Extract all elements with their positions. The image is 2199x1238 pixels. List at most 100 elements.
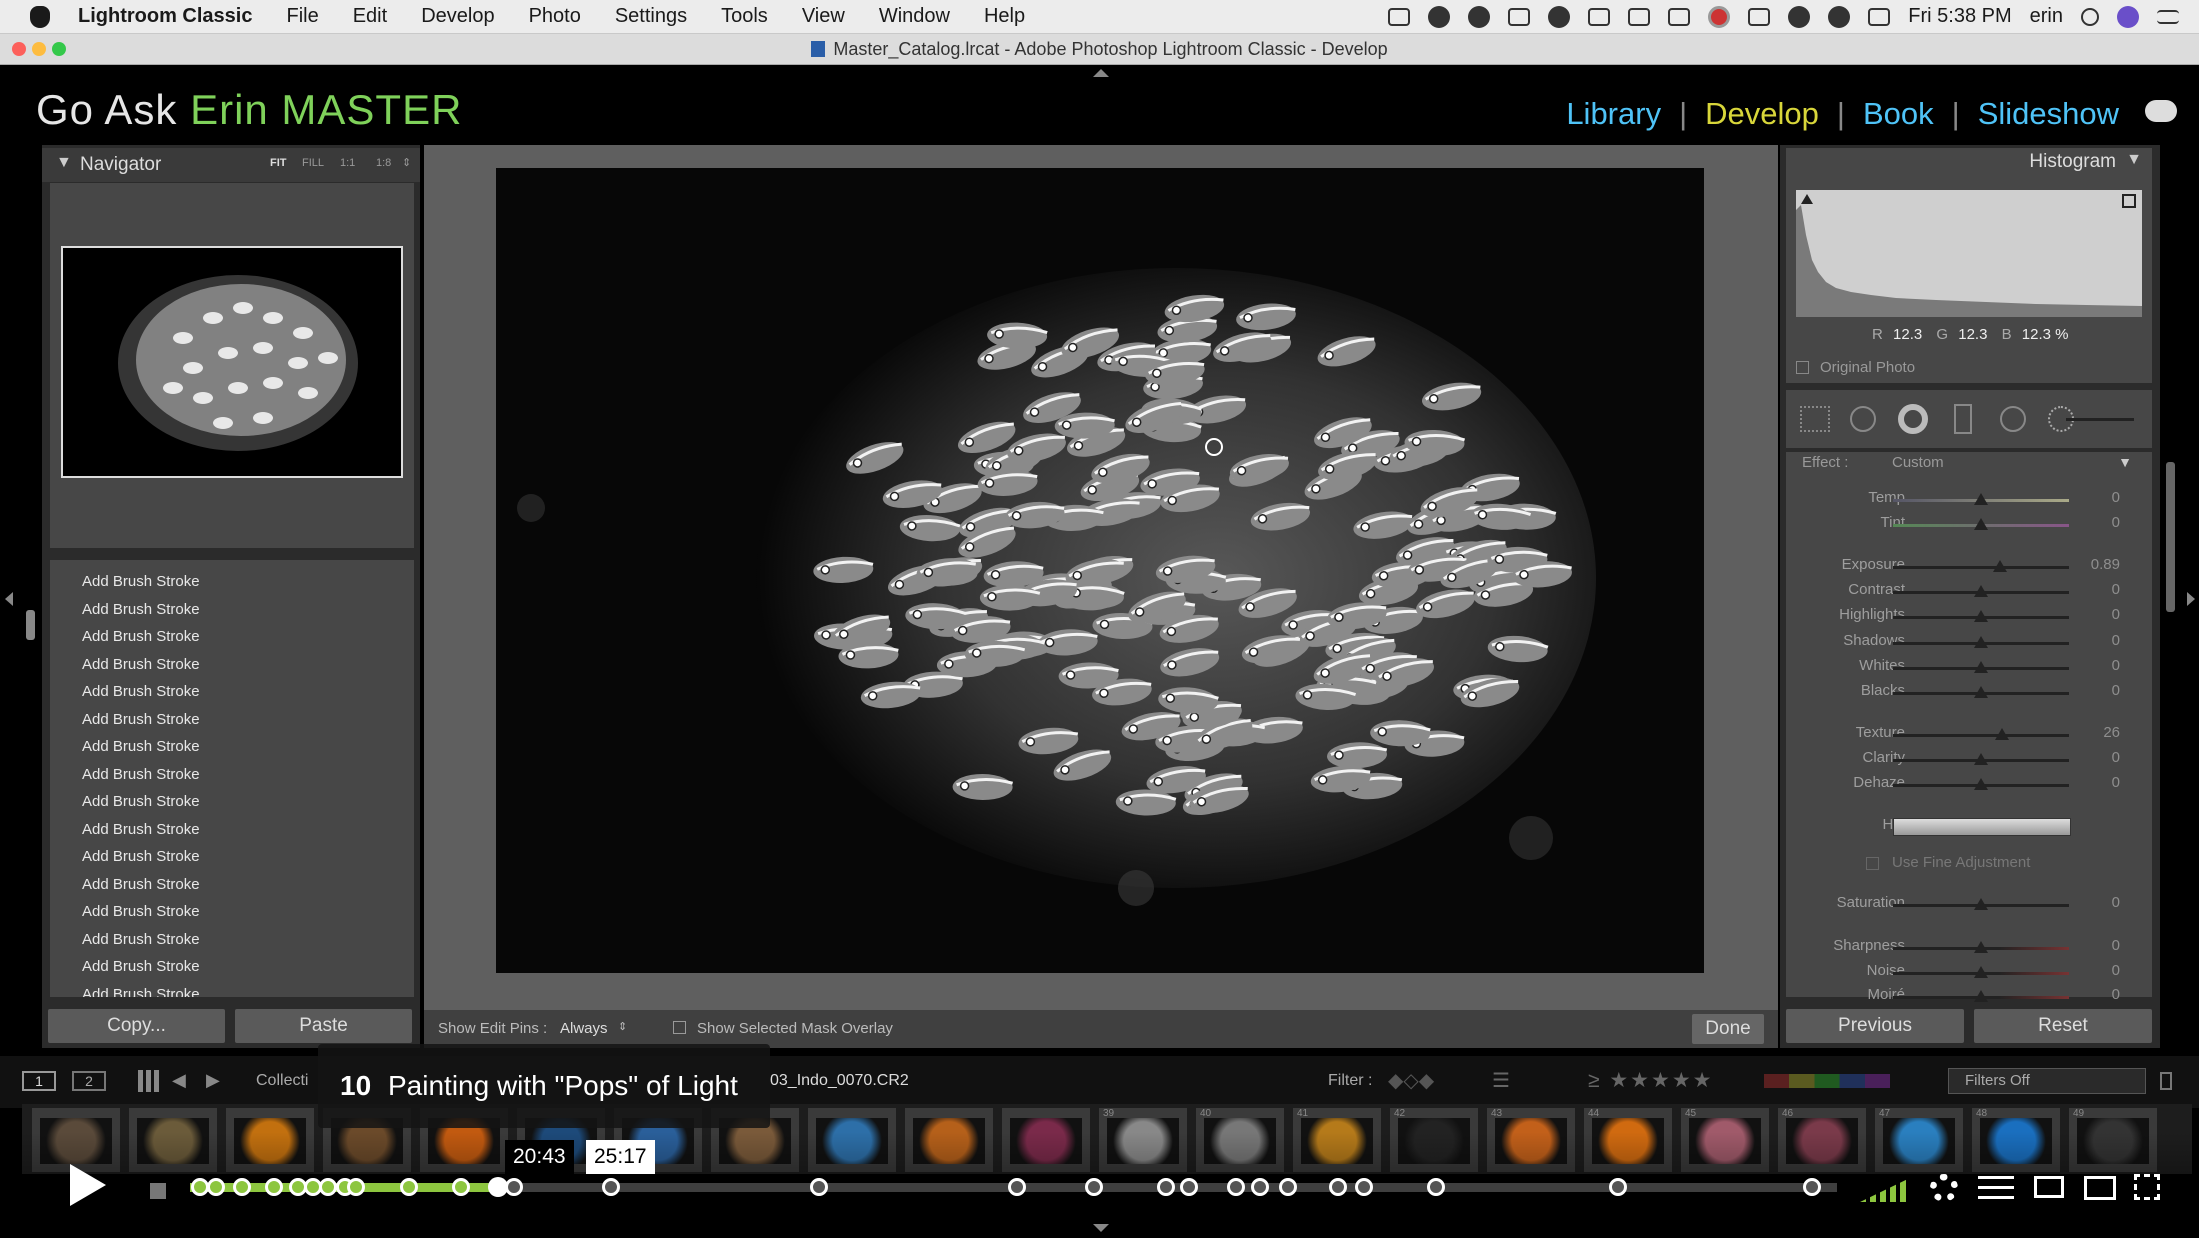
module-slideshow[interactable]: Slideshow xyxy=(1978,96,2119,132)
history-item[interactable]: Add Brush Stroke xyxy=(50,898,414,926)
history-item[interactable]: Add Brush Stroke xyxy=(50,926,414,954)
slider-highlights[interactable]: Highlights 0 xyxy=(1790,606,2145,628)
module-book[interactable]: Book xyxy=(1863,96,1934,132)
slider-texture[interactable]: Texture 26 xyxy=(1790,724,2145,746)
play-button[interactable] xyxy=(48,1150,118,1220)
settings-gear-icon[interactable] xyxy=(1930,1174,1958,1202)
slider-track[interactable] xyxy=(1893,566,2069,569)
slider-exposure[interactable]: Exposure 0.89 xyxy=(1790,556,2145,578)
apple-icon[interactable] xyxy=(30,5,50,28)
navigator-header[interactable]: ▼ Navigator FIT FILL 1:1 1:8 ⇕ xyxy=(42,148,420,182)
slider-value[interactable]: 0 xyxy=(2112,657,2120,674)
slider-blacks[interactable]: Blacks 0 xyxy=(1790,682,2145,704)
chapter-marker[interactable] xyxy=(319,1178,338,1196)
slider-knob[interactable] xyxy=(1974,636,1988,648)
mail-icon[interactable] xyxy=(1508,7,1531,26)
hue-bar[interactable] xyxy=(1893,818,2071,836)
chapter-marker[interactable] xyxy=(1608,1178,1627,1196)
slider-knob[interactable] xyxy=(1995,728,2010,740)
collapse-top-icon[interactable] xyxy=(1093,69,1109,77)
chapter-marker[interactable] xyxy=(190,1178,209,1196)
right-scrollbar[interactable] xyxy=(2166,462,2175,612)
shadow-clip-icon[interactable] xyxy=(1801,194,1813,204)
chapter-marker[interactable] xyxy=(809,1178,828,1196)
forward-arrow-icon[interactable]: ▶ xyxy=(206,1070,220,1091)
module-library[interactable]: Library xyxy=(1566,96,1661,132)
search-icon[interactable] xyxy=(2081,7,2099,26)
camera-icon[interactable] xyxy=(1628,7,1651,26)
slider-knob[interactable] xyxy=(1993,560,2008,572)
onepassword-icon[interactable] xyxy=(1468,5,1491,28)
minimize-window-button[interactable] xyxy=(32,42,46,56)
menu-develop[interactable]: Develop xyxy=(421,5,494,28)
bluetooth-icon[interactable] xyxy=(1548,5,1571,28)
slider-saturation[interactable]: Saturation 0 xyxy=(1790,894,2145,916)
grid-view-icon[interactable] xyxy=(138,1070,160,1092)
history-item[interactable]: Add Brush Stroke xyxy=(50,788,414,816)
history-item[interactable]: Add Brush Stroke xyxy=(50,678,414,706)
slider-dehaze[interactable]: Dehaze 0 xyxy=(1790,774,2145,796)
history-item[interactable]: Add Brush Stroke xyxy=(50,843,414,871)
history-item[interactable]: Add Brush Stroke xyxy=(50,623,414,651)
picture-in-picture-icon[interactable] xyxy=(2084,1176,2116,1200)
stop-icon[interactable] xyxy=(150,1183,166,1199)
slider-knob[interactable] xyxy=(1974,610,1988,622)
timemachine-icon[interactable] xyxy=(1788,5,1811,28)
filmstrip-filename[interactable]: 03_Indo_0070.CR2 xyxy=(770,1072,909,1090)
rating-filter-stars-icon[interactable]: ≥ ★★★★★ xyxy=(1588,1068,1714,1093)
slider-tint[interactable]: Tint 0 xyxy=(1790,514,2145,536)
slider-moir[interactable]: Moiré 0 xyxy=(1790,986,2145,1008)
airplay-icon[interactable] xyxy=(2034,1176,2064,1198)
slider-value[interactable]: 0 xyxy=(2112,937,2120,954)
history-item[interactable]: Add Brush Stroke xyxy=(50,816,414,844)
filter-lock-icon[interactable] xyxy=(2160,1072,2172,1090)
chapter-marker[interactable] xyxy=(264,1178,283,1196)
slider-value[interactable]: 0 xyxy=(2112,514,2120,531)
history-item[interactable]: Add Brush Stroke xyxy=(50,761,414,789)
record-icon[interactable] xyxy=(1708,5,1731,28)
zoom-fit[interactable]: FIT xyxy=(270,157,287,169)
compare-filter-icon[interactable]: ☰ xyxy=(1492,1068,1510,1093)
zoom-window-button[interactable] xyxy=(52,42,66,56)
menu-photo[interactable]: Photo xyxy=(529,5,581,28)
chapter-marker[interactable] xyxy=(1226,1178,1245,1196)
dropbox-icon[interactable] xyxy=(1588,7,1611,26)
history-item[interactable]: Add Brush Stroke xyxy=(50,871,414,899)
red-eye-icon[interactable] xyxy=(1898,404,1928,434)
slider-knob[interactable] xyxy=(1974,941,1988,953)
slider-contrast[interactable]: Contrast 0 xyxy=(1790,581,2145,603)
menu-edit[interactable]: Edit xyxy=(353,5,387,28)
scrubber-handle[interactable] xyxy=(487,1177,508,1197)
back-arrow-icon[interactable]: ◀ xyxy=(172,1070,186,1091)
chapter-marker[interactable] xyxy=(1007,1178,1026,1196)
collapse-bottom-icon[interactable] xyxy=(1093,1224,1109,1232)
folder-icon[interactable] xyxy=(1668,7,1691,26)
radial-filter-icon[interactable] xyxy=(2000,406,2026,432)
filters-select[interactable]: Filters Off xyxy=(1948,1068,2146,1094)
module-develop[interactable]: Develop xyxy=(1705,96,1819,132)
chapter-marker[interactable] xyxy=(1084,1178,1103,1196)
effect-select[interactable]: Custom xyxy=(1892,454,1944,471)
zoom-1-1[interactable]: 1:1 xyxy=(340,157,355,169)
notification-center-icon[interactable] xyxy=(2157,9,2179,24)
done-button[interactable]: Done xyxy=(1692,1014,1764,1044)
slider-knob[interactable] xyxy=(1974,585,1988,597)
history-item[interactable]: Add Brush Stroke xyxy=(50,981,414,998)
history-item[interactable]: Add Brush Stroke xyxy=(50,733,414,761)
zoom-1-8[interactable]: 1:8 xyxy=(376,157,391,169)
slider-value[interactable]: 0 xyxy=(2112,749,2120,766)
filmstrip-source[interactable]: Collecti xyxy=(256,1072,308,1090)
histogram-graph[interactable] xyxy=(1796,190,2142,317)
menu-clock[interactable]: Fri 5:38 PM xyxy=(1908,5,2011,28)
triangle-down-icon[interactable]: ▼ xyxy=(2126,151,2142,169)
histogram-title[interactable]: Histogram xyxy=(2029,151,2116,173)
secondary-window-button[interactable]: 2 xyxy=(72,1071,106,1091)
navigator-preview[interactable] xyxy=(61,246,403,478)
cc-icon[interactable] xyxy=(1428,5,1451,28)
triangle-down-icon[interactable]: ▼ xyxy=(2118,454,2132,470)
slider-value[interactable]: 0 xyxy=(2112,774,2120,791)
primary-window-button[interactable]: 1 xyxy=(22,1071,56,1091)
siri-icon[interactable] xyxy=(2117,5,2139,28)
screen-icon[interactable] xyxy=(1388,7,1411,26)
slider-whites[interactable]: Whites 0 xyxy=(1790,657,2145,679)
